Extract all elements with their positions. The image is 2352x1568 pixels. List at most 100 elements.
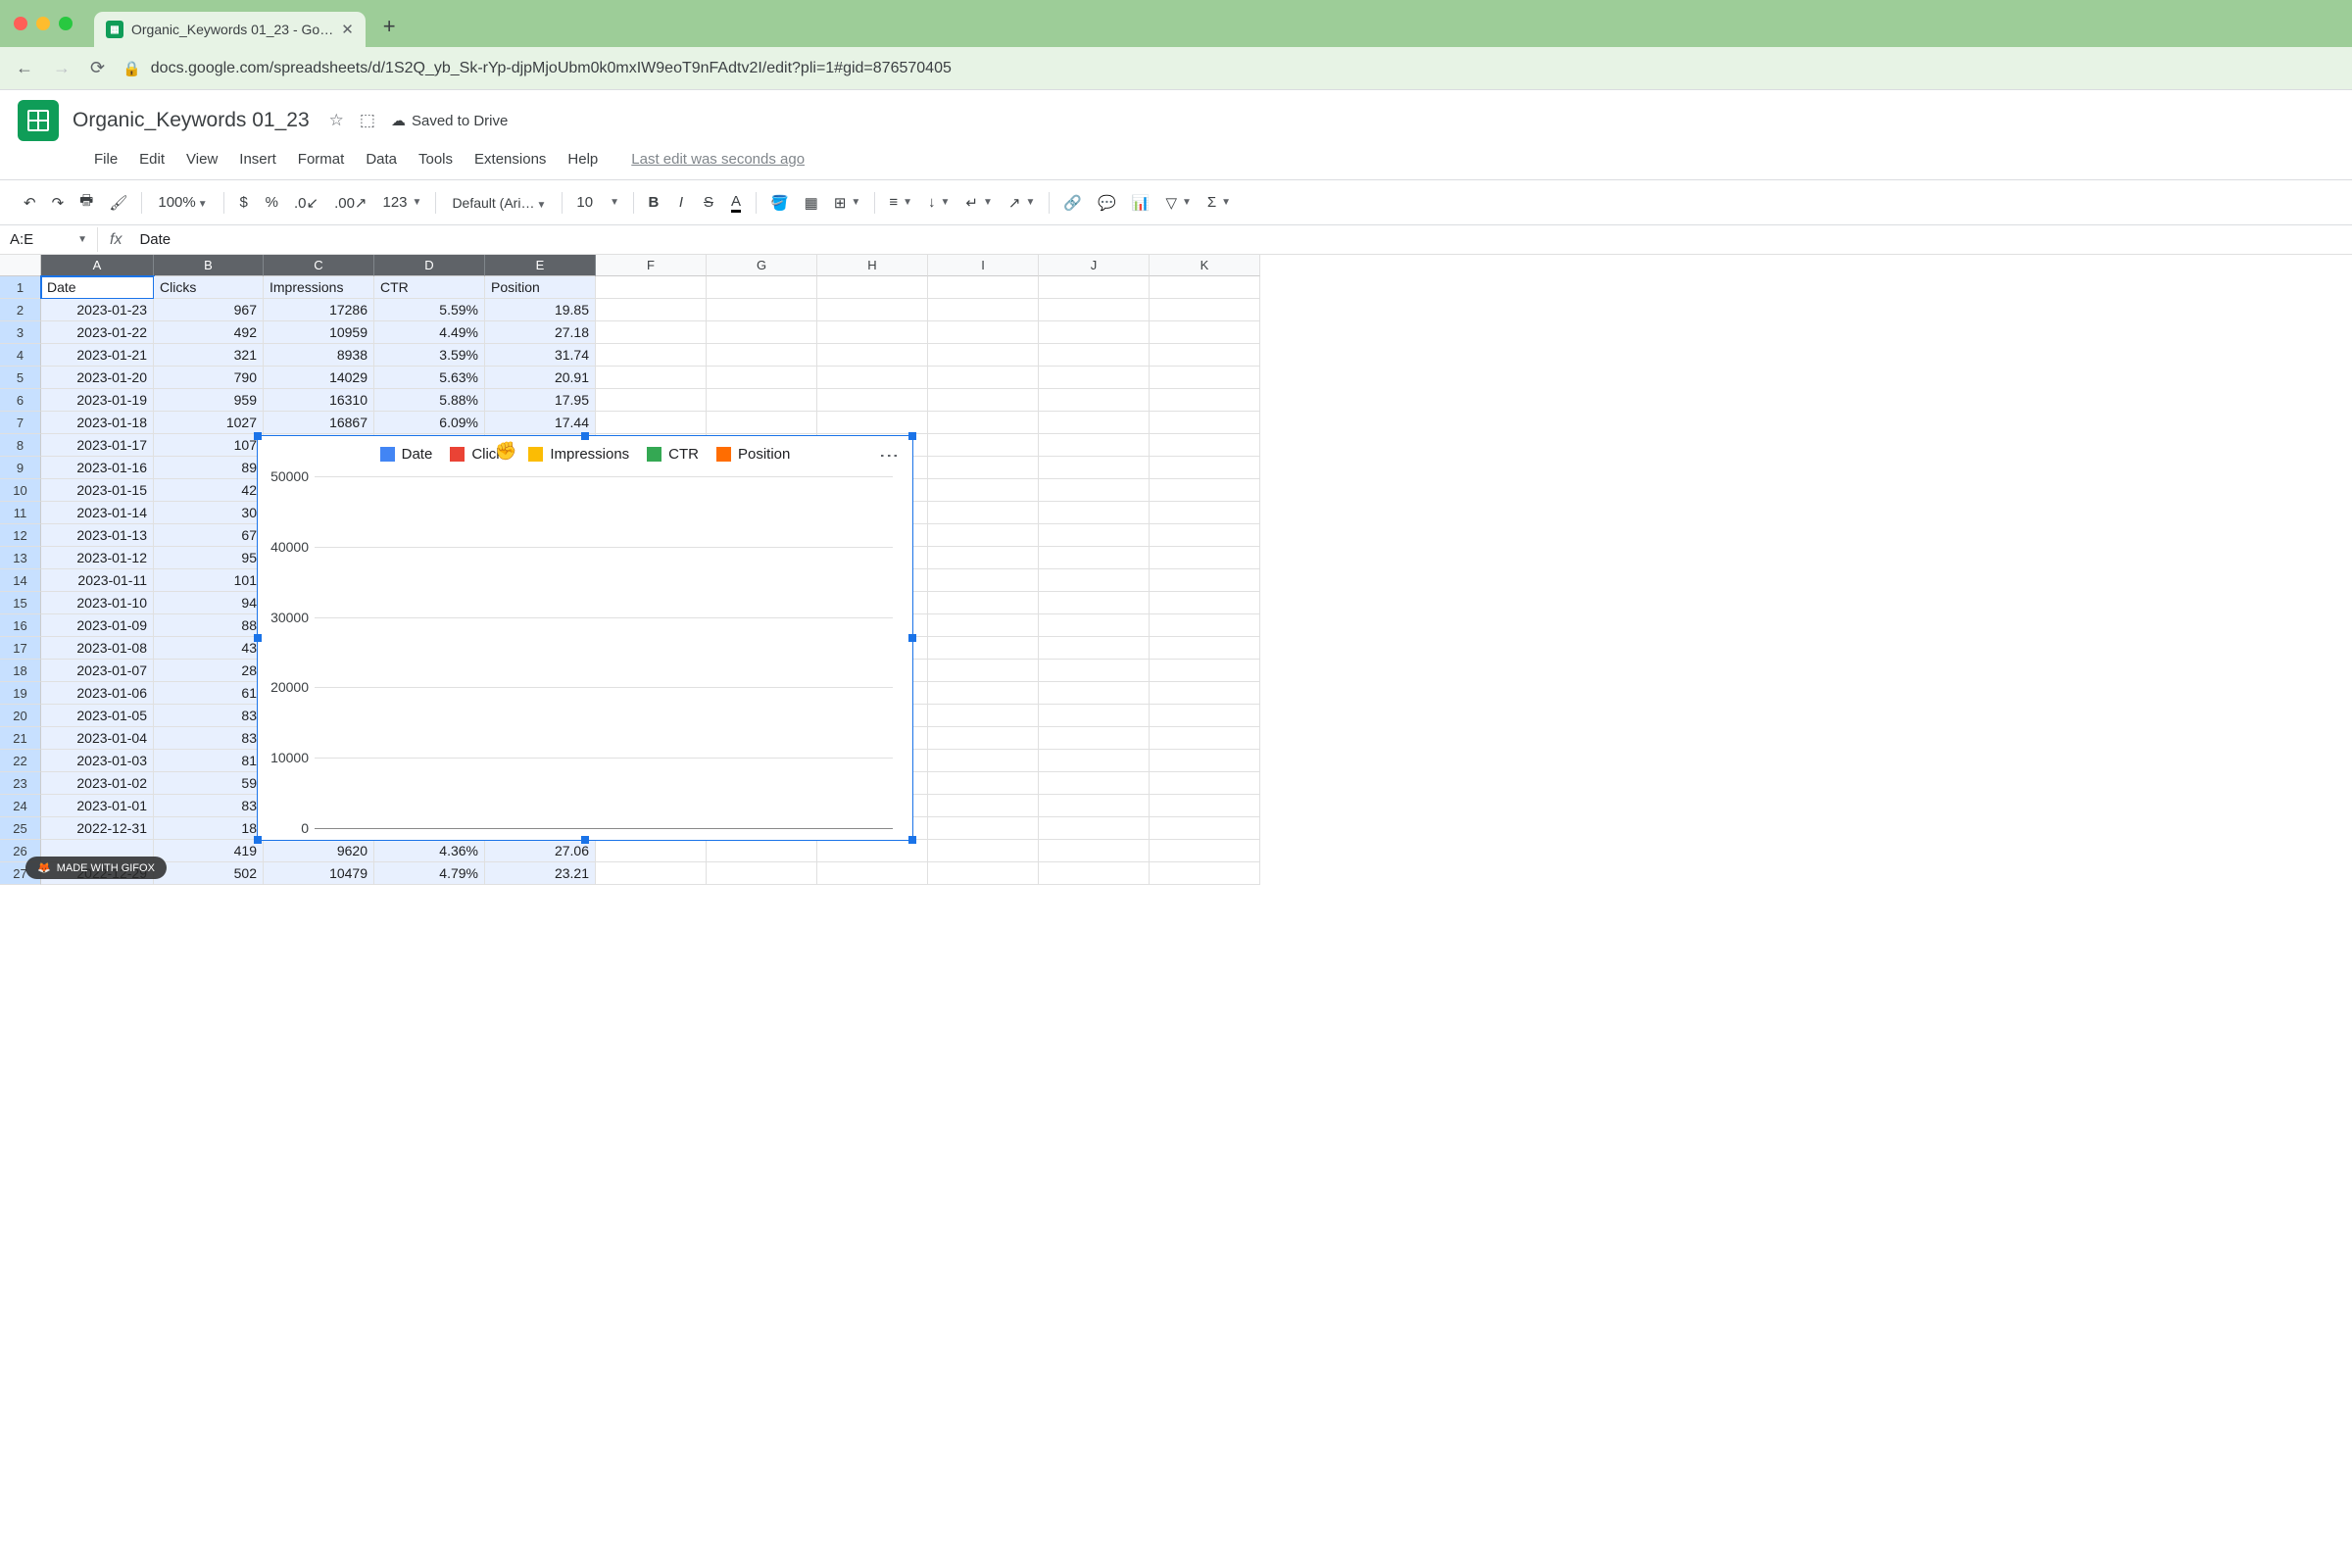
cell-22-A[interactable]: 2023-01-03 [41, 750, 154, 772]
new-tab-button[interactable]: + [383, 14, 396, 39]
cell-5-A[interactable]: 2023-01-20 [41, 367, 154, 389]
cell-15-J[interactable] [1039, 592, 1150, 614]
tab-close-icon[interactable]: ✕ [341, 21, 354, 38]
increase-decimal-button[interactable]: .00↗ [328, 190, 372, 216]
cell-4-J[interactable] [1039, 344, 1150, 367]
cell-14-B[interactable]: 101 [154, 569, 264, 592]
cell-11-J[interactable] [1039, 502, 1150, 524]
cell-1-I[interactable] [928, 276, 1039, 299]
cell-2-B[interactable]: 967 [154, 299, 264, 321]
cell-27-D[interactable]: 4.79% [374, 862, 485, 885]
filter-button[interactable]: ▽▼ [1159, 190, 1197, 216]
undo-button[interactable]: ↶ [18, 190, 42, 216]
cell-7-K[interactable] [1150, 412, 1260, 434]
row-header-19[interactable]: 19 [0, 682, 41, 705]
cell-18-B[interactable]: 28 [154, 660, 264, 682]
cell-15-B[interactable]: 94 [154, 592, 264, 614]
more-formats-button[interactable]: 123▼ [377, 190, 428, 215]
cell-25-B[interactable]: 18 [154, 817, 264, 840]
cell-7-G[interactable] [707, 412, 817, 434]
v-align-button[interactable]: ↓▼ [922, 190, 956, 215]
cell-3-G[interactable] [707, 321, 817, 344]
text-color-button[interactable]: A [724, 189, 748, 217]
cell-27-C[interactable]: 10479 [264, 862, 374, 885]
cell-7-I[interactable] [928, 412, 1039, 434]
cell-8-A[interactable]: 2023-01-17 [41, 434, 154, 457]
move-icon[interactable]: ⬚ [360, 111, 375, 130]
cell-14-A[interactable]: 2023-01-11 [41, 569, 154, 592]
cell-7-A[interactable]: 2023-01-18 [41, 412, 154, 434]
cell-4-D[interactable]: 3.59% [374, 344, 485, 367]
url-input[interactable]: 🔒 docs.google.com/spreadsheets/d/1S2Q_yb… [122, 60, 2336, 77]
cell-21-I[interactable] [928, 727, 1039, 750]
cell-7-B[interactable]: 1027 [154, 412, 264, 434]
last-edit-link[interactable]: Last edit was seconds ago [621, 147, 814, 172]
cell-11-K[interactable] [1150, 502, 1260, 524]
cell-6-H[interactable] [817, 389, 928, 412]
cell-2-G[interactable] [707, 299, 817, 321]
cell-18-J[interactable] [1039, 660, 1150, 682]
row-header-16[interactable]: 16 [0, 614, 41, 637]
cell-2-E[interactable]: 19.85 [485, 299, 596, 321]
cell-25-A[interactable]: 2022-12-31 [41, 817, 154, 840]
cell-9-J[interactable] [1039, 457, 1150, 479]
name-box[interactable]: A:E▼ [0, 227, 98, 252]
cell-27-F[interactable] [596, 862, 707, 885]
cell-27-B[interactable]: 502 [154, 862, 264, 885]
cell-20-K[interactable] [1150, 705, 1260, 727]
font-select[interactable]: Default (Ari…▼ [444, 191, 554, 215]
chart-button[interactable]: 📊 [1126, 190, 1156, 216]
merge-button[interactable]: ⊞▼ [828, 190, 866, 216]
cell-6-E[interactable]: 17.95 [485, 389, 596, 412]
col-header-H[interactable]: H [817, 255, 928, 276]
zoom-select[interactable]: 100%▼ [150, 190, 215, 215]
forward-button[interactable]: → [53, 58, 71, 78]
font-size-select[interactable]: 10▼ [570, 190, 625, 215]
cell-23-J[interactable] [1039, 772, 1150, 795]
menu-insert[interactable]: Insert [229, 147, 286, 172]
legend-impressions[interactable]: Impressions [528, 446, 629, 463]
cell-27-H[interactable] [817, 862, 928, 885]
cell-21-K[interactable] [1150, 727, 1260, 750]
row-header-23[interactable]: 23 [0, 772, 41, 795]
cell-26-F[interactable] [596, 840, 707, 862]
cell-20-B[interactable]: 83 [154, 705, 264, 727]
row-header-24[interactable]: 24 [0, 795, 41, 817]
menu-help[interactable]: Help [558, 147, 608, 172]
cell-3-J[interactable] [1039, 321, 1150, 344]
cell-4-F[interactable] [596, 344, 707, 367]
cell-5-I[interactable] [928, 367, 1039, 389]
sheets-logo-icon[interactable] [18, 100, 59, 141]
row-header-8[interactable]: 8 [0, 434, 41, 457]
cell-1-A[interactable]: Date [41, 276, 154, 299]
cell-26-G[interactable] [707, 840, 817, 862]
formula-bar[interactable]: Date [133, 231, 176, 248]
cell-1-D[interactable]: CTR [374, 276, 485, 299]
cell-23-A[interactable]: 2023-01-02 [41, 772, 154, 795]
cell-27-J[interactable] [1039, 862, 1150, 885]
cell-11-A[interactable]: 2023-01-14 [41, 502, 154, 524]
back-button[interactable]: ← [16, 58, 33, 78]
cell-11-B[interactable]: 30 [154, 502, 264, 524]
cell-4-A[interactable]: 2023-01-21 [41, 344, 154, 367]
cell-12-J[interactable] [1039, 524, 1150, 547]
cell-10-A[interactable]: 2023-01-15 [41, 479, 154, 502]
menu-data[interactable]: Data [356, 147, 407, 172]
cell-7-E[interactable]: 17.44 [485, 412, 596, 434]
row-header-1[interactable]: 1 [0, 276, 41, 299]
cell-5-G[interactable] [707, 367, 817, 389]
bold-button[interactable]: B [642, 190, 665, 215]
cell-24-J[interactable] [1039, 795, 1150, 817]
cell-26-E[interactable]: 27.06 [485, 840, 596, 862]
functions-button[interactable]: Σ▼ [1201, 190, 1237, 215]
cell-26-I[interactable] [928, 840, 1039, 862]
cell-21-A[interactable]: 2023-01-04 [41, 727, 154, 750]
cell-4-C[interactable]: 8938 [264, 344, 374, 367]
cell-26-K[interactable] [1150, 840, 1260, 862]
cell-3-I[interactable] [928, 321, 1039, 344]
cell-4-K[interactable] [1150, 344, 1260, 367]
row-header-7[interactable]: 7 [0, 412, 41, 434]
cell-4-G[interactable] [707, 344, 817, 367]
cell-6-F[interactable] [596, 389, 707, 412]
cell-12-A[interactable]: 2023-01-13 [41, 524, 154, 547]
